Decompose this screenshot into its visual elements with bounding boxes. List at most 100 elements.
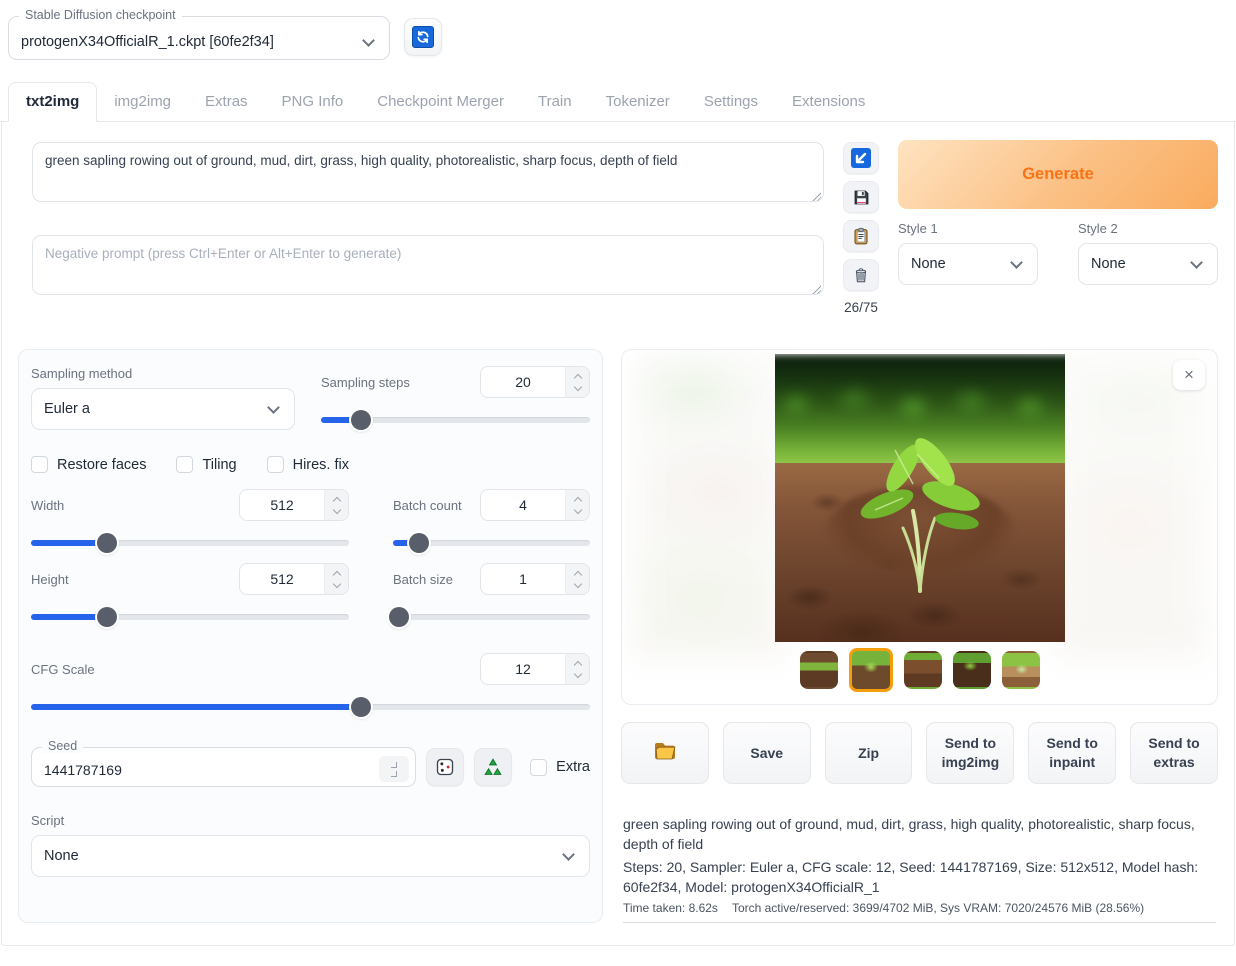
seed-label: Seed [42,739,83,753]
batch-count-slider[interactable] [393,533,590,553]
width-input[interactable]: 512 [239,489,349,521]
generation-info: green sapling rowing out of ground, mud,… [621,814,1218,923]
batch-size-input[interactable]: 1 [480,563,590,595]
stepper-arrows[interactable] [379,756,409,782]
tiling-checkbox[interactable]: Tiling [176,456,236,473]
hires-fix-checkbox[interactable]: Hires. fix [267,456,349,473]
clear-prompt-button[interactable] [843,259,879,291]
batch-size-slider[interactable] [393,607,590,627]
batch-size-label: Batch size [393,572,453,587]
apply-style-button[interactable] [843,220,879,252]
cfg-scale-slider[interactable] [31,697,590,717]
sampling-method-label: Sampling method [31,366,295,381]
stable-diffusion-webui: Stable Diffusion checkpoint protogenX34O… [0,0,1236,966]
thumbnail-2-selected[interactable] [849,648,893,692]
prompt-column: green sapling rowing out of ground, mud,… [32,140,824,300]
height-label: Height [31,572,69,587]
tab-extensions[interactable]: Extensions [775,83,882,121]
sampling-steps-slider[interactable] [321,410,590,430]
sampling-method-dropdown[interactable]: Euler a [31,388,295,430]
tab-txt2img[interactable]: txt2img [8,82,97,122]
zip-button[interactable]: Zip [825,722,913,784]
sampling-steps-label: Sampling steps [321,375,410,390]
tab-img2img[interactable]: img2img [97,83,188,121]
output-buttons: Save Zip Send to img2img Send to inpaint… [621,722,1218,784]
style1-dropdown[interactable]: None [898,243,1038,285]
sampling-steps-input[interactable]: 20 [480,366,590,398]
generated-image[interactable] [775,354,1065,642]
checkpoint-value: protogenX34OfficialR_1.ckpt [60fe2f34] [21,34,356,50]
tab-extras[interactable]: Extras [188,83,265,121]
generate-button[interactable]: Generate [898,140,1218,209]
chevron-down-icon [267,401,280,414]
save-style-button[interactable] [843,181,879,213]
stepper-arrows[interactable] [324,490,348,520]
checkpoint-dropdown[interactable]: Stable Diffusion checkpoint protogenX34O… [8,16,390,60]
stepper-arrows[interactable] [565,564,589,594]
paste-generation-params-button[interactable] [843,142,879,174]
time-taken-text: Time taken: 8.62s [623,901,718,915]
prompt-input[interactable]: green sapling rowing out of ground, mud,… [32,142,824,202]
chevron-down-icon [1190,256,1203,269]
random-seed-button[interactable] [426,748,464,786]
folder-icon [653,741,677,761]
output-panel: × [621,349,1218,923]
thumbnail-strip [622,651,1217,692]
style1-label: Style 1 [898,221,1038,236]
send-to-extras-button[interactable]: Send to extras [1130,722,1218,784]
close-icon: × [1184,365,1194,385]
thumbnail-4[interactable] [953,651,991,689]
seed-field: Seed [31,747,416,787]
quick-settings-bar: Stable Diffusion checkpoint protogenX34O… [0,0,1236,60]
vram-text: Torch active/reserved: 3699/4702 MiB, Sy… [732,901,1144,915]
height-input[interactable]: 512 [239,563,349,595]
thumbnail-5[interactable] [1002,651,1040,689]
thumbnail-1[interactable] [800,651,838,689]
style2-dropdown[interactable]: None [1078,243,1218,285]
style2-label: Style 2 [1078,221,1218,236]
batch-count-label: Batch count [393,498,462,513]
extra-seed-checkbox[interactable]: Extra [530,759,590,776]
stepper-arrows[interactable] [565,490,589,520]
tab-tokenizer[interactable]: Tokenizer [589,83,687,121]
tab-png-info[interactable]: PNG Info [265,83,361,121]
recycle-icon [483,757,503,777]
width-slider[interactable] [31,533,349,553]
tab-checkpoint-merger[interactable]: Checkpoint Merger [360,83,521,121]
txt2img-panel: green sapling rowing out of ground, mud,… [1,122,1235,946]
token-counter: 26/75 [844,300,878,315]
tab-train[interactable]: Train [521,83,589,121]
batch-count-input[interactable]: 4 [480,489,590,521]
checkbox-box [176,456,193,473]
refresh-checkpoints-button[interactable] [404,18,442,56]
seed-input[interactable] [32,756,379,778]
checkpoint-label: Stable Diffusion checkpoint [19,8,182,22]
script-label: Script [31,813,590,828]
cfg-scale-label: CFG Scale [31,662,95,677]
save-button[interactable]: Save [723,722,811,784]
gallery-blur-backdrop [634,354,784,658]
restore-faces-checkbox[interactable]: Restore faces [31,456,146,473]
stepper-arrows[interactable] [565,654,589,684]
height-slider[interactable] [31,607,349,627]
main-tabbar: txt2img img2img Extras PNG Info Checkpoi… [0,82,1236,122]
open-folder-button[interactable] [621,722,709,784]
generation-settings-panel: Sampling method Euler a Sampling steps 2… [18,349,603,923]
stepper-arrows[interactable] [324,564,348,594]
stepper-arrows[interactable] [565,367,589,397]
trash-icon [852,266,870,284]
script-dropdown[interactable]: None [31,835,590,877]
chevron-down-icon [1010,256,1023,269]
negative-prompt-input[interactable] [32,235,824,295]
reuse-seed-button[interactable] [474,748,512,786]
thumbnail-3[interactable] [904,651,942,689]
arrow-down-left-icon [851,148,871,168]
cfg-scale-input[interactable]: 12 [480,653,590,685]
close-gallery-button[interactable]: × [1173,360,1205,390]
refresh-icon [412,26,434,48]
info-prompt-text: green sapling rowing out of ground, mud,… [623,814,1216,855]
clipboard-icon [852,227,870,245]
send-to-inpaint-button[interactable]: Send to inpaint [1028,722,1116,784]
tab-settings[interactable]: Settings [687,83,775,121]
send-to-img2img-button[interactable]: Send to img2img [926,722,1014,784]
